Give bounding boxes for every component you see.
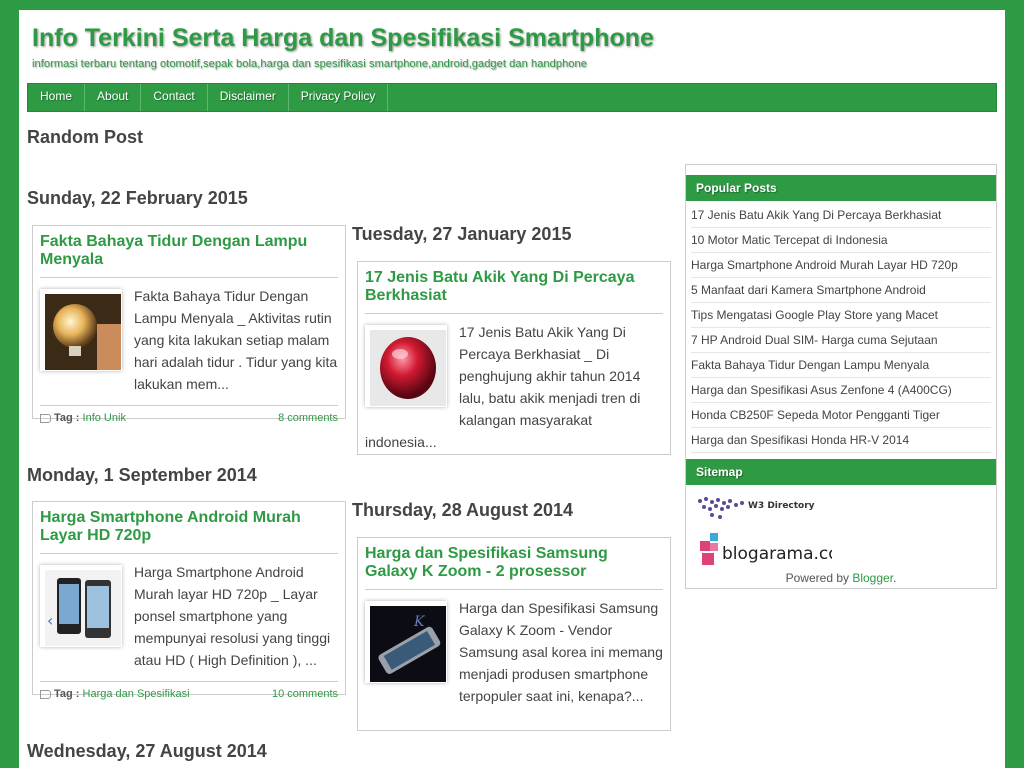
post-title-link[interactable]: Harga dan Spesifikasi Samsung Galaxy K Z… (365, 545, 663, 590)
post-footer: Tag : Harga dan Spesifikasi 10 comments (40, 681, 338, 702)
powered-prefix: Powered by (785, 571, 853, 585)
post-thumbnail[interactable] (365, 325, 447, 407)
date-header: Monday, 1 September 2014 (27, 465, 257, 485)
tag-icon (40, 413, 51, 423)
popular-posts-heading: Popular Posts (686, 175, 996, 201)
post-card: Harga Smartphone Android Murah Layar HD … (32, 501, 346, 700)
w3-directory-badge[interactable]: W3 Directory (690, 493, 818, 525)
page-container: Info Terkini Serta Harga dan Spesifikasi… (19, 10, 1005, 768)
post-thumbnail[interactable] (40, 289, 122, 371)
popular-post-item[interactable]: 7 HP Android Dual SIM- Harga cuma Sejuta… (691, 328, 991, 353)
site-title[interactable]: Info Terkini Serta Harga dan Spesifikasi… (32, 24, 654, 53)
tag-label: Tag : (54, 688, 80, 700)
main-nav: Home About Contact Disclaimer Privacy Po… (27, 83, 997, 112)
tag-label: Tag : (54, 412, 80, 424)
post-excerpt: Harga dan Spesifikasi Samsung Galaxy K Z… (459, 600, 663, 704)
camera-phone-image: K (370, 606, 446, 682)
post-excerpt: Harga Smartphone Android Murah layar HD … (134, 564, 331, 668)
comments-link[interactable]: 10 comments (272, 682, 338, 702)
post-thumbnail[interactable]: K (365, 601, 447, 683)
blogger-link[interactable]: Blogger (852, 571, 893, 585)
nav-home[interactable]: Home (28, 84, 86, 111)
post-title-link[interactable]: Fakta Bahaya Tidur Dengan Lampu Menyala (40, 233, 338, 278)
date-header: Tuesday, 27 January 2015 (352, 224, 572, 244)
post-card: Fakta Bahaya Tidur Dengan Lampu Menyala (32, 225, 346, 424)
tag-link[interactable]: Info Unik (83, 412, 126, 424)
random-post-heading: Random Post (27, 127, 144, 147)
tag-icon (40, 689, 51, 699)
post-card: Harga dan Spesifikasi Samsung Galaxy K Z… (357, 537, 671, 731)
comments-link[interactable]: 8 comments (278, 406, 338, 426)
post-title-link[interactable]: Harga Smartphone Android Murah Layar HD … (40, 509, 338, 554)
post-title-link[interactable]: 17 Jenis Batu Akik Yang Di Percaya Berkh… (365, 269, 663, 314)
tag-link[interactable]: Harga dan Spesifikasi (83, 688, 190, 700)
post-thumbnail[interactable]: ‹ (40, 565, 122, 647)
site-description: informasi terbaru tentang otomotif,sepak… (32, 58, 587, 70)
popular-post-item[interactable]: 5 Manfaat dari Kamera Smartphone Android (691, 278, 991, 303)
post-card: 17 Jenis Batu Akik Yang Di Percaya Berkh… (357, 261, 671, 455)
popular-post-item[interactable]: Harga dan Spesifikasi Asus Zenfone 4 (A4… (691, 378, 991, 403)
phones-image: ‹ (45, 570, 121, 646)
lamp-image (45, 294, 121, 370)
nav-disclaimer[interactable]: Disclaimer (208, 84, 289, 111)
date-header: Sunday, 22 February 2015 (27, 188, 248, 208)
popular-post-item[interactable]: Honda CB250F Sepeda Motor Pengganti Tige… (691, 403, 991, 428)
svg-text:K: K (413, 614, 426, 630)
nav-about[interactable]: About (85, 84, 142, 111)
svg-text:‹: ‹ (47, 611, 53, 630)
post-excerpt: Fakta Bahaya Tidur Dengan Lampu Menyala … (134, 288, 338, 392)
date-header: Thursday, 28 August 2014 (352, 500, 574, 520)
popular-post-item[interactable]: Harga Smartphone Android Murah Layar HD … (691, 253, 991, 278)
date-header: Wednesday, 27 August 2014 (27, 741, 267, 761)
popular-post-item[interactable]: 10 Motor Matic Tercepat di Indonesia (691, 228, 991, 253)
popular-post-item[interactable]: Fakta Bahaya Tidur Dengan Lampu Menyala (691, 353, 991, 378)
popular-post-item[interactable]: Harga dan Spesifikasi Honda HR-V 2014 (691, 428, 991, 453)
popular-post-item[interactable]: 17 Jenis Batu Akik Yang Di Percaya Berkh… (691, 203, 991, 228)
sidebar: Popular Posts 17 Jenis Batu Akik Yang Di… (685, 164, 997, 589)
nav-contact[interactable]: Contact (141, 84, 208, 111)
sitemap-heading: Sitemap (686, 459, 996, 485)
post-footer: Tag : Info Unik 8 comments (40, 405, 338, 426)
powered-by: Powered by Blogger. (686, 571, 996, 585)
nav-privacy-policy[interactable]: Privacy Policy (289, 84, 389, 111)
gemstone-image (370, 330, 446, 406)
svg-text:blogarama.com: blogarama.com (722, 544, 832, 564)
blogarama-badge[interactable]: blogarama.com (692, 533, 855, 567)
svg-text:W3 Directory: W3 Directory (748, 501, 815, 511)
popular-post-item[interactable]: Tips Mengatasi Google Play Store yang Ma… (691, 303, 991, 328)
popular-posts-list: 17 Jenis Batu Akik Yang Di Percaya Berkh… (691, 203, 991, 453)
powered-suffix: . (893, 571, 897, 585)
